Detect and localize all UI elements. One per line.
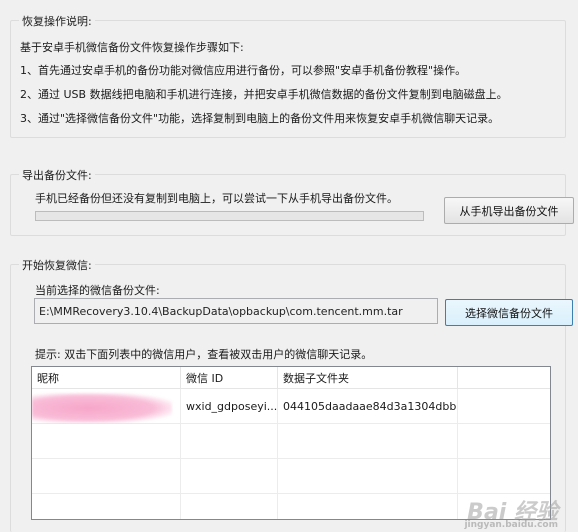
empty-cell: [278, 424, 458, 459]
column-data-subfolder[interactable]: 数据子文件夹: [278, 367, 458, 389]
select-backup-file-button[interactable]: 选择微信备份文件: [445, 299, 573, 326]
instructions-step-1: 1、首先通过安卓手机的备份功能对微信应用进行备份，可以参照"安卓手机备份教程"操…: [20, 64, 467, 77]
watermark-subtext: jingyan.baidu.com: [464, 520, 558, 530]
export-description: 手机已经备份但还没有复制到电脑上，可以尝试一下从手机导出备份文件。: [35, 192, 398, 205]
empty-cell: [32, 459, 181, 494]
cell-wechat-id: wxid_gdposeyi...: [181, 389, 278, 424]
empty-cell: [32, 494, 181, 519]
restore-group-title: 开始恢复微信:: [19, 257, 95, 273]
instructions-intro: 基于安卓手机微信备份文件恢复操作步骤如下:: [20, 41, 244, 54]
current-backup-label: 当前选择的微信备份文件:: [35, 284, 160, 297]
empty-row: [32, 459, 550, 494]
empty-cell: [181, 459, 278, 494]
empty-cell: [32, 424, 181, 459]
column-nickname[interactable]: 昵称: [32, 367, 181, 389]
export-from-phone-button[interactable]: 从手机导出备份文件: [444, 197, 574, 224]
redacted-nickname: [32, 393, 172, 423]
empty-cell: [278, 459, 458, 494]
instructions-group-title: 恢复操作说明:: [19, 13, 95, 29]
export-backup-group-title: 导出备份文件:: [19, 167, 95, 183]
instructions-step-2: 2、通过 USB 数据线把电脑和手机进行连接，并把安卓手机微信数据的备份文件复制…: [20, 88, 508, 101]
cell-data-subfolder: 044105daadaae84d3a1304dbba...: [278, 389, 458, 424]
list-hint: 提示: 双击下面列表中的微信用户，查看被双击用户的微信聊天记录。: [35, 348, 373, 361]
table-row[interactable]: wxid_gdposeyi... 044105daadaae84d3a1304d…: [32, 389, 550, 424]
empty-row: [32, 424, 550, 459]
column-wechat-id[interactable]: 微信 ID: [181, 367, 278, 389]
list-header: 昵称 微信 ID 数据子文件夹: [32, 367, 550, 389]
instructions-step-3: 3、通过"选择微信备份文件"功能，选择复制到电脑上的备份文件用来恢复安卓手机微信…: [20, 112, 500, 125]
backup-path-field[interactable]: E:\MMRecovery3.10.4\BackupData\opbackup\…: [34, 298, 438, 324]
empty-cell: [181, 494, 278, 519]
cell-nickname: [32, 389, 181, 424]
empty-cell: [278, 494, 458, 519]
empty-cell: [181, 424, 278, 459]
export-progress-bar: [35, 211, 424, 221]
baidu-watermark: Bai 经验 jingyan.baidu.com: [464, 494, 558, 530]
